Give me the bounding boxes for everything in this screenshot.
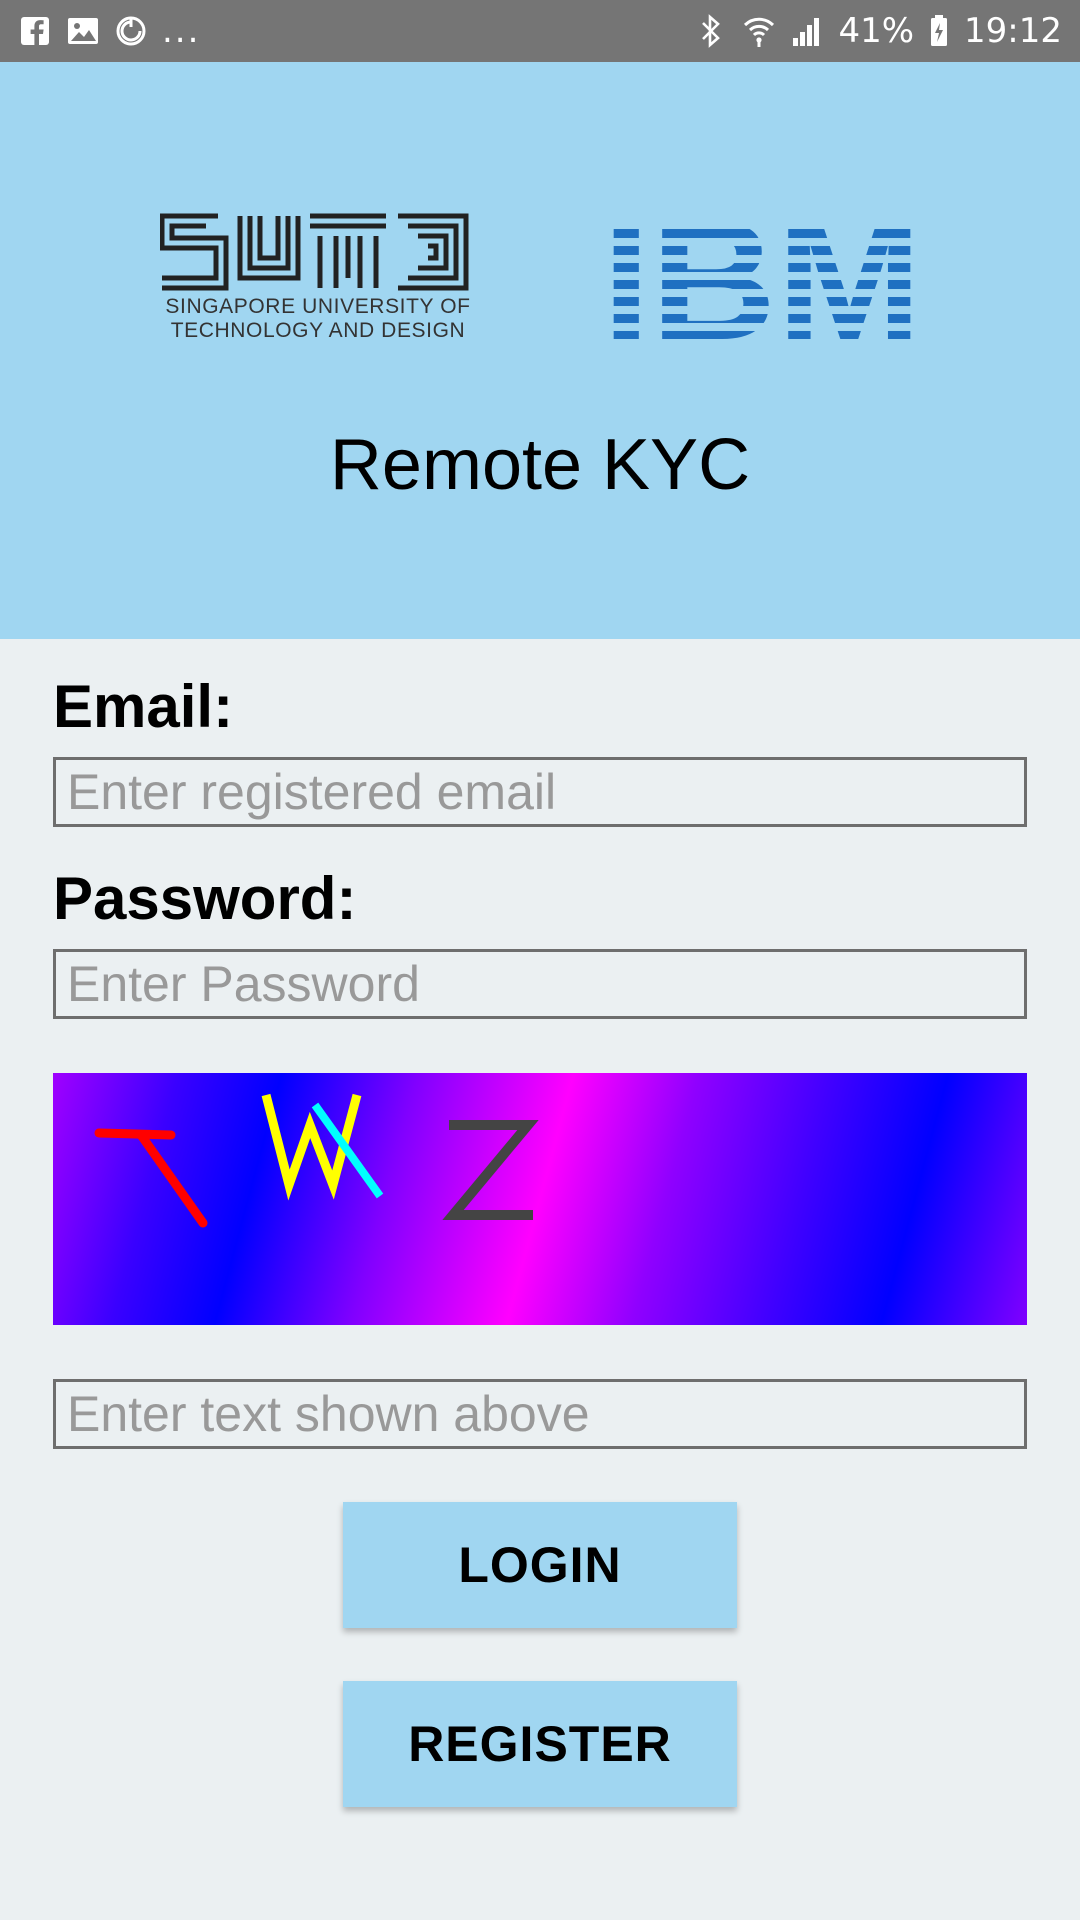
app-title: Remote KYC — [329, 425, 751, 505]
header-banner: SINGAPORE UNIVERSITY OF TECHNOLOGY AND D… — [0, 62, 1080, 639]
sutd-caption-line2: TECHNOLOGY AND DESIGN — [170, 319, 466, 342]
register-button[interactable]: REGISTER — [343, 1681, 737, 1807]
wifi-icon — [742, 14, 776, 48]
bluetooth-icon — [694, 14, 728, 48]
password-field[interactable] — [53, 949, 1027, 1019]
clock: 19:12 — [964, 11, 1062, 51]
captcha-char-1 — [94, 1128, 208, 1228]
gallery-icon — [66, 14, 100, 48]
captcha-image — [53, 1073, 1027, 1325]
sync-icon — [114, 14, 148, 48]
password-label: Password: — [53, 865, 357, 932]
facebook-icon — [18, 14, 52, 48]
overflow-indicator: ... — [162, 11, 201, 51]
captcha-char-2 — [261, 1093, 384, 1201]
battery-icon — [928, 14, 950, 48]
email-field[interactable] — [53, 757, 1027, 827]
battery-percentage: 41% — [838, 11, 915, 51]
status-bar-left: ... — [18, 11, 200, 51]
captcha-char-3 — [442, 1120, 539, 1220]
status-bar-right: 41% 19:12 — [694, 11, 1062, 51]
sutd-logo-caption: SINGAPORE UNIVERSITY OF TECHNOLOGY AND D… — [162, 295, 474, 343]
email-label: Email: — [53, 673, 234, 740]
ibm-logo: IBM — [606, 212, 922, 340]
login-button[interactable]: LOGIN — [343, 1502, 737, 1628]
status-bar: ... 41% 19:12 — [0, 0, 1080, 62]
sutd-caption-line1: SINGAPORE UNIVERSITY OF — [165, 295, 471, 318]
captcha-input[interactable] — [53, 1379, 1027, 1449]
signal-icon — [790, 14, 824, 48]
